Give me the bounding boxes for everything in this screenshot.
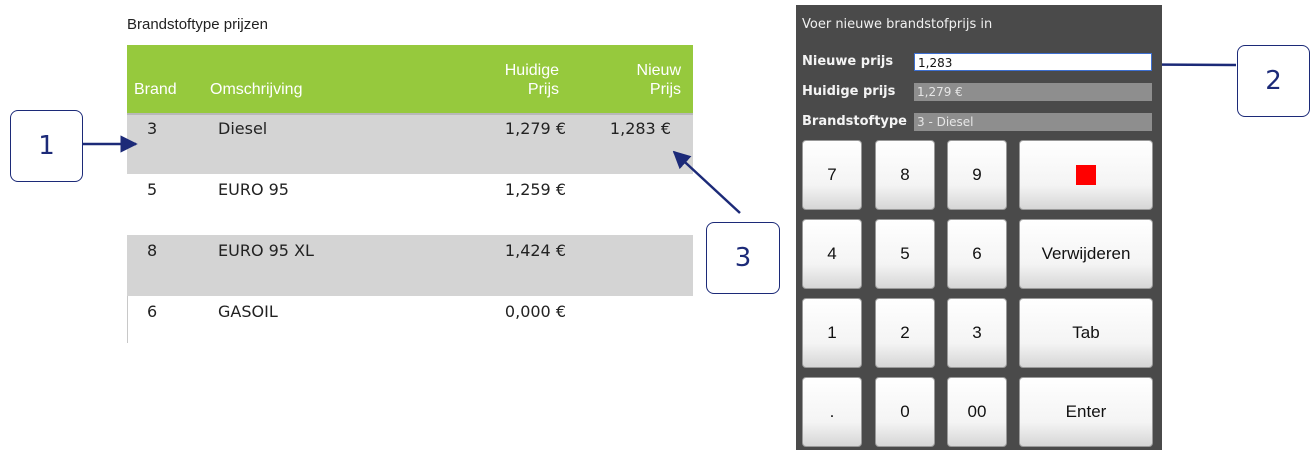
delete-button[interactable]: Verwijderen (1019, 219, 1153, 289)
callout-2: 2 (1237, 45, 1310, 117)
panel-title: Voer nieuwe brandstofprijs in (802, 17, 993, 32)
key-3[interactable]: 3 (947, 298, 1007, 368)
tab-button[interactable]: Tab (1019, 298, 1153, 368)
key-8[interactable]: 8 (875, 140, 935, 210)
price-entry-panel: Voer nieuwe brandstofprijs in Nieuwe pri… (796, 5, 1162, 450)
current-price-field: 1,279 € (914, 83, 1152, 101)
current-price-label: Huidige prijs (802, 84, 896, 99)
new-price-input[interactable]: 1,283 (914, 53, 1152, 71)
callout-3: 3 (706, 222, 780, 294)
key-5[interactable]: 5 (875, 219, 935, 289)
fuel-type-field: 3 - Diesel (914, 113, 1152, 131)
fuel-type-label: Brandstoftype (802, 114, 908, 129)
key-1[interactable]: 1 (802, 298, 862, 368)
key-4[interactable]: 4 (802, 219, 862, 289)
key-9[interactable]: 9 (947, 140, 1007, 210)
key-6[interactable]: 6 (947, 219, 1007, 289)
enter-button[interactable]: Enter (1019, 377, 1153, 447)
key-2[interactable]: 2 (875, 298, 935, 368)
new-price-label: Nieuwe prijs (802, 54, 894, 69)
arrow-3 (672, 150, 741, 214)
key-0[interactable]: 0 (875, 377, 935, 447)
red-square-icon (1076, 165, 1096, 185)
callout-1: 1 (10, 110, 83, 182)
key-00[interactable]: 00 (947, 377, 1007, 447)
stop-button[interactable] (1019, 140, 1153, 210)
key-7[interactable]: 7 (802, 140, 862, 210)
key-decimal[interactable]: . (802, 377, 862, 447)
